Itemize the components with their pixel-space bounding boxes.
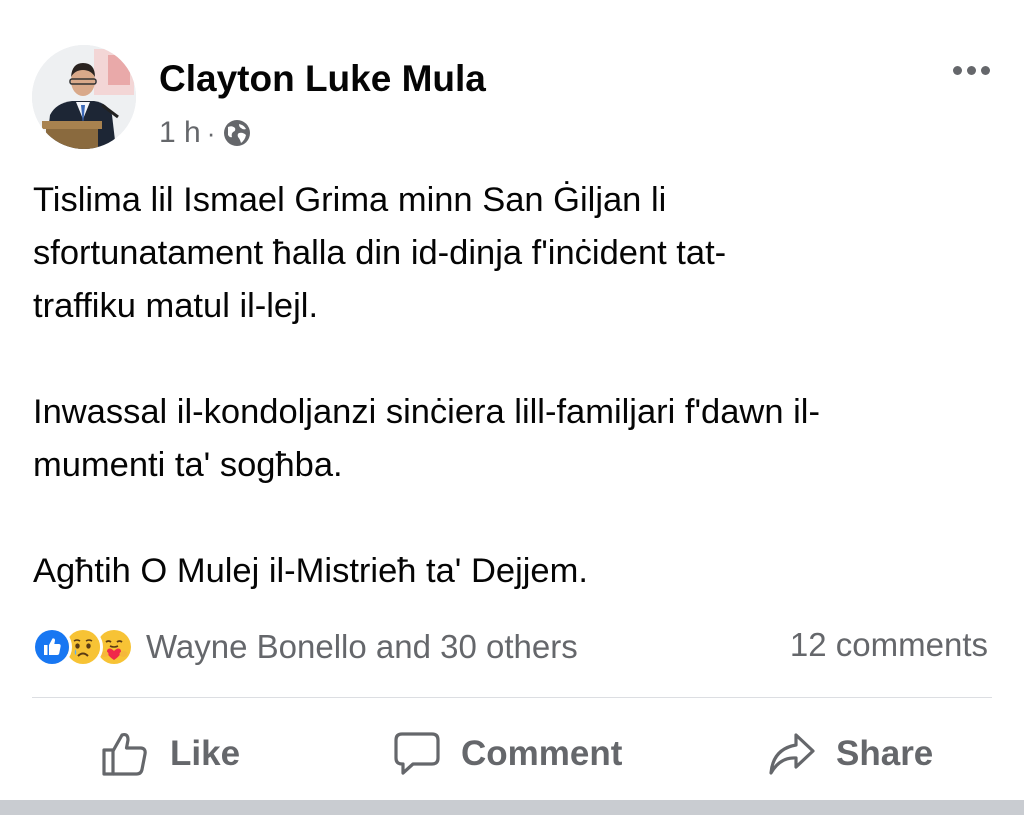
post-meta: 1 h · xyxy=(159,113,252,153)
divider xyxy=(32,697,992,698)
thumbs-up-icon xyxy=(102,732,147,776)
globe-icon[interactable] xyxy=(222,118,252,148)
reactions-summary-text: Wayne Bonello and 30 others xyxy=(146,628,578,665)
more-options-button[interactable] xyxy=(944,52,998,88)
meta-separator: · xyxy=(206,117,216,148)
post-text-line: Tislima lil Ismael Grima minn San Ġiljan… xyxy=(33,181,667,219)
share-label: Share xyxy=(836,734,934,773)
facebook-post: Clayton Luke Mula 1 h · Tislima lil Isma… xyxy=(0,0,1024,815)
reactions-summary[interactable]: Wayne Bonello and 30 others xyxy=(32,624,578,670)
comment-button[interactable]: Comment xyxy=(393,716,622,792)
author-name[interactable]: Clayton Luke Mula xyxy=(159,58,486,100)
more-dot xyxy=(966,65,976,75)
post-text-line: traffiku matul il-lejl. xyxy=(33,287,319,325)
avatar-photo xyxy=(32,45,136,149)
post-timestamp[interactable]: 1 h xyxy=(159,116,201,150)
post-text: Tislima lil Ismael Grima minn San Ġiljan… xyxy=(33,174,993,598)
post-text-line: sfortunatament ħalla din id-dinja f'inċi… xyxy=(33,234,727,272)
post-text-line: Inwassal il-kondoljanzi sinċiera lill-fa… xyxy=(33,393,820,431)
post-text-line: mumenti ta' sogħba. xyxy=(33,446,343,484)
post-action-bar: Like Comment Share xyxy=(0,716,1024,792)
more-dot xyxy=(980,65,990,75)
comments-count-link[interactable]: 12 comments xyxy=(790,626,988,664)
like-button[interactable]: Like xyxy=(100,716,240,792)
like-label: Like xyxy=(170,734,241,773)
comment-label: Comment xyxy=(461,734,623,773)
like-reaction-icon xyxy=(32,627,72,667)
avatar[interactable] xyxy=(32,45,136,149)
comment-bubble-icon xyxy=(394,732,440,775)
more-dots-icon xyxy=(952,65,962,75)
share-button[interactable]: Share xyxy=(768,716,933,792)
post-separator-bar xyxy=(0,800,1024,815)
share-arrow-icon xyxy=(769,733,815,775)
post-text-line: Agħtih O Mulej il-Mistrieħ ta' Dejjem. xyxy=(33,552,588,590)
